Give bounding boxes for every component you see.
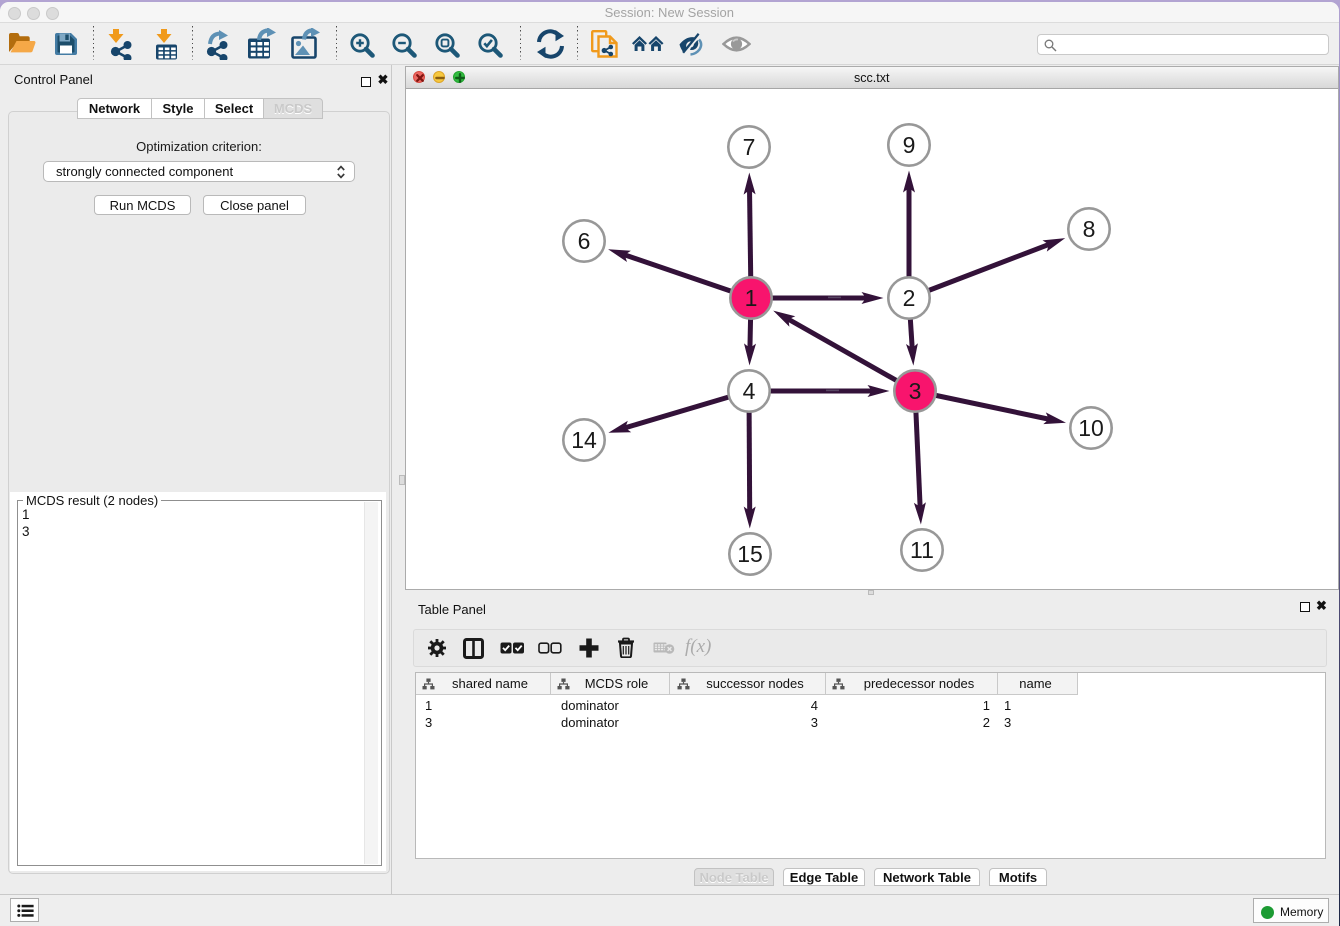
svg-text:6: 6: [578, 228, 591, 254]
svg-text:8: 8: [1083, 216, 1096, 242]
svg-text:4: 4: [743, 378, 756, 404]
svg-text:15: 15: [737, 541, 763, 567]
svg-text:10: 10: [1078, 415, 1104, 441]
svg-text:7: 7: [743, 134, 756, 160]
svg-text:11: 11: [910, 537, 934, 563]
svg-text:2: 2: [903, 285, 916, 311]
svg-text:1: 1: [745, 285, 758, 311]
svg-text:3: 3: [909, 378, 922, 404]
svg-text:9: 9: [903, 132, 916, 158]
svg-text:14: 14: [571, 427, 597, 453]
